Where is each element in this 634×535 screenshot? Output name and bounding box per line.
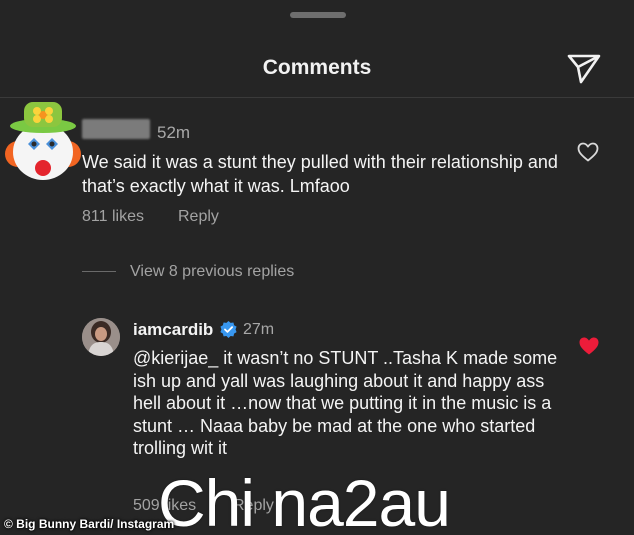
photo-credit: © Big Bunny Bardi/ Instagram bbox=[4, 517, 175, 531]
view-previous-replies-button[interactable]: View 8 previous replies bbox=[130, 263, 294, 281]
clown-emoji-avatar[interactable] bbox=[2, 96, 82, 186]
reply-text: @kierijae_ it wasn’t no STUNT ..Tasha K … bbox=[133, 348, 558, 458]
reply-thread-divider bbox=[82, 271, 116, 272]
comment-text: We said it was a stunt they pulled with … bbox=[82, 152, 558, 196]
comments-header: Comments bbox=[0, 40, 634, 98]
paper-plane-icon[interactable] bbox=[566, 52, 602, 84]
redacted-username[interactable] bbox=[82, 119, 150, 139]
verified-badge-icon bbox=[220, 320, 237, 339]
comments-sheet: Comments 52m We said it was a stunt they… bbox=[0, 0, 634, 535]
heart-filled-icon[interactable] bbox=[577, 334, 601, 358]
avatar[interactable] bbox=[82, 318, 120, 356]
reply-username[interactable]: iamcardib bbox=[133, 320, 213, 340]
reply-button[interactable]: Reply bbox=[178, 208, 219, 226]
comment-timestamp: 52m bbox=[157, 123, 191, 142]
sheet-grabber[interactable] bbox=[290, 12, 346, 18]
watermark-text: Chi na2au bbox=[158, 466, 451, 535]
reply-timestamp: 27m bbox=[243, 321, 275, 338]
page-title: Comments bbox=[262, 56, 372, 79]
comment-likes[interactable]: 811 likes bbox=[82, 208, 144, 226]
profile-photo-icon bbox=[82, 318, 120, 356]
heart-outline-icon[interactable] bbox=[576, 140, 600, 164]
